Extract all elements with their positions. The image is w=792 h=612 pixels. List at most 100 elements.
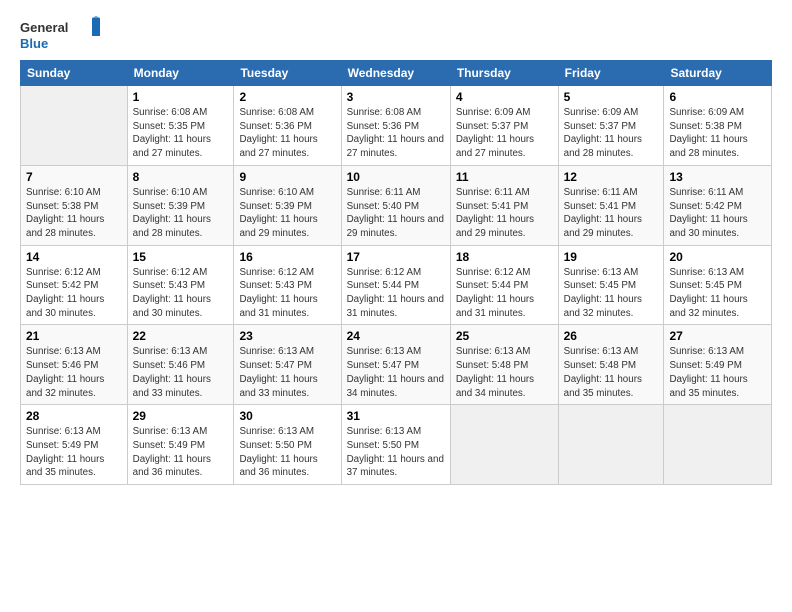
calendar-week-2: 7 Sunrise: 6:10 AMSunset: 5:38 PMDaylight…: [21, 165, 772, 245]
day-info: Sunrise: 6:08 AMSunset: 5:36 PMDaylight:…: [239, 106, 335, 161]
calendar-week-5: 28 Sunrise: 6:13 AMSunset: 5:49 PMDayligh…: [21, 405, 772, 485]
calendar-cell: 30 Sunrise: 6:13 AMSunset: 5:50 PMDayligh…: [234, 405, 341, 485]
calendar-table: SundayMondayTuesdayWednesdayThursdayFrid…: [20, 60, 772, 485]
day-number: 11: [456, 170, 553, 184]
day-number: 1: [133, 90, 229, 104]
day-number: 13: [669, 170, 766, 184]
logo: General Blue: [20, 16, 100, 52]
calendar-cell: 23Sunrise: 6:13 AMSunset: 5:47 PMDayligh…: [234, 325, 341, 405]
calendar-header-friday: Friday: [558, 61, 664, 86]
calendar-cell: 20 Sunrise: 6:13 AMSunset: 5:45 PMDayligh…: [664, 245, 772, 325]
day-info: Sunrise: 6:12 AMSunset: 5:42 PMDaylight:…: [26, 266, 122, 321]
svg-text:Blue: Blue: [20, 36, 48, 51]
day-number: 26: [564, 329, 659, 343]
day-number: 21: [26, 329, 122, 343]
day-info: Sunrise: 6:13 AMSunset: 5:47 PMDaylight:…: [239, 345, 335, 400]
calendar-cell: 21 Sunrise: 6:13 AMSunset: 5:46 PMDayligh…: [21, 325, 128, 405]
calendar-header-saturday: Saturday: [664, 61, 772, 86]
calendar-cell: 1 Sunrise: 6:08 AMSunset: 5:35 PMDaylight…: [127, 86, 234, 166]
calendar-header-tuesday: Tuesday: [234, 61, 341, 86]
calendar-cell: 8 Sunrise: 6:10 AMSunset: 5:39 PMDaylight…: [127, 165, 234, 245]
calendar-cell: 17 Sunrise: 6:12 AMSunset: 5:44 PMDayligh…: [341, 245, 450, 325]
calendar-cell: 28 Sunrise: 6:13 AMSunset: 5:49 PMDayligh…: [21, 405, 128, 485]
calendar-cell: 25Sunrise: 6:13 AMSunset: 5:48 PMDayligh…: [450, 325, 558, 405]
day-info: Sunrise: 6:12 AMSunset: 5:43 PMDaylight:…: [133, 266, 229, 321]
day-info: Sunrise: 6:13 AMSunset: 5:47 PMDaylight:…: [347, 345, 445, 400]
calendar-week-3: 14 Sunrise: 6:12 AMSunset: 5:42 PMDayligh…: [21, 245, 772, 325]
day-info: Sunrise: 6:13 AMSunset: 5:49 PMDaylight:…: [26, 425, 122, 480]
calendar-header-thursday: Thursday: [450, 61, 558, 86]
day-number: 24: [347, 329, 445, 343]
day-info: Sunrise: 6:13 AMSunset: 5:48 PMDaylight:…: [564, 345, 659, 400]
day-number: 28: [26, 409, 122, 423]
day-info: Sunrise: 6:11 AMSunset: 5:42 PMDaylight:…: [669, 186, 766, 241]
day-number: 5: [564, 90, 659, 104]
day-number: 2: [239, 90, 335, 104]
calendar-cell: 22Sunrise: 6:13 AMSunset: 5:46 PMDayligh…: [127, 325, 234, 405]
calendar-cell: 11Sunrise: 6:11 AMSunset: 5:41 PMDayligh…: [450, 165, 558, 245]
day-number: 16: [239, 250, 335, 264]
day-info: Sunrise: 6:10 AMSunset: 5:39 PMDaylight:…: [133, 186, 229, 241]
calendar-cell: [558, 405, 664, 485]
day-info: Sunrise: 6:13 AMSunset: 5:45 PMDaylight:…: [669, 266, 766, 321]
calendar-cell: 3 Sunrise: 6:08 AMSunset: 5:36 PMDaylight…: [341, 86, 450, 166]
day-info: Sunrise: 6:13 AMSunset: 5:49 PMDaylight:…: [133, 425, 229, 480]
day-info: Sunrise: 6:13 AMSunset: 5:45 PMDaylight:…: [564, 266, 659, 321]
day-number: 3: [347, 90, 445, 104]
svg-text:General: General: [20, 20, 68, 35]
day-info: Sunrise: 6:13 AMSunset: 5:48 PMDaylight:…: [456, 345, 553, 400]
calendar-cell: 19 Sunrise: 6:13 AMSunset: 5:45 PMDayligh…: [558, 245, 664, 325]
day-info: Sunrise: 6:13 AMSunset: 5:50 PMDaylight:…: [347, 425, 445, 480]
day-number: 15: [133, 250, 229, 264]
day-number: 6: [669, 90, 766, 104]
day-number: 9: [239, 170, 335, 184]
day-number: 19: [564, 250, 659, 264]
calendar-cell: 31 Sunrise: 6:13 AMSunset: 5:50 PMDayligh…: [341, 405, 450, 485]
day-number: 8: [133, 170, 229, 184]
calendar-cell: 29Sunrise: 6:13 AMSunset: 5:49 PMDayligh…: [127, 405, 234, 485]
calendar-cell: 10Sunrise: 6:11 AMSunset: 5:40 PMDayligh…: [341, 165, 450, 245]
day-info: Sunrise: 6:13 AMSunset: 5:46 PMDaylight:…: [133, 345, 229, 400]
calendar-header-wednesday: Wednesday: [341, 61, 450, 86]
calendar-cell: 9 Sunrise: 6:10 AMSunset: 5:39 PMDaylight…: [234, 165, 341, 245]
page: General Blue SundayMondayTuesdayWednesda…: [0, 0, 792, 612]
calendar-cell: 4Sunrise: 6:09 AMSunset: 5:37 PMDaylight…: [450, 86, 558, 166]
calendar-cell: 2 Sunrise: 6:08 AMSunset: 5:36 PMDaylight…: [234, 86, 341, 166]
day-number: 20: [669, 250, 766, 264]
calendar-week-4: 21 Sunrise: 6:13 AMSunset: 5:46 PMDayligh…: [21, 325, 772, 405]
day-info: Sunrise: 6:13 AMSunset: 5:49 PMDaylight:…: [669, 345, 766, 400]
day-info: Sunrise: 6:13 AMSunset: 5:50 PMDaylight:…: [239, 425, 335, 480]
calendar-header-sunday: Sunday: [21, 61, 128, 86]
calendar-cell: 16 Sunrise: 6:12 AMSunset: 5:43 PMDayligh…: [234, 245, 341, 325]
day-info: Sunrise: 6:08 AMSunset: 5:35 PMDaylight:…: [133, 106, 229, 161]
day-number: 31: [347, 409, 445, 423]
day-number: 17: [347, 250, 445, 264]
day-number: 7: [26, 170, 122, 184]
day-info: Sunrise: 6:12 AMSunset: 5:43 PMDaylight:…: [239, 266, 335, 321]
calendar-cell: 13 Sunrise: 6:11 AMSunset: 5:42 PMDayligh…: [664, 165, 772, 245]
calendar-cell: [21, 86, 128, 166]
day-info: Sunrise: 6:09 AMSunset: 5:37 PMDaylight:…: [564, 106, 659, 161]
calendar-week-1: 1 Sunrise: 6:08 AMSunset: 5:35 PMDaylight…: [21, 86, 772, 166]
day-info: Sunrise: 6:12 AMSunset: 5:44 PMDaylight:…: [347, 266, 445, 321]
day-info: Sunrise: 6:10 AMSunset: 5:38 PMDaylight:…: [26, 186, 122, 241]
day-info: Sunrise: 6:11 AMSunset: 5:41 PMDaylight:…: [564, 186, 659, 241]
day-number: 4: [456, 90, 553, 104]
calendar-cell: 15 Sunrise: 6:12 AMSunset: 5:43 PMDayligh…: [127, 245, 234, 325]
day-number: 14: [26, 250, 122, 264]
day-info: Sunrise: 6:10 AMSunset: 5:39 PMDaylight:…: [239, 186, 335, 241]
calendar-cell: 24 Sunrise: 6:13 AMSunset: 5:47 PMDayligh…: [341, 325, 450, 405]
calendar-cell: 26 Sunrise: 6:13 AMSunset: 5:48 PMDayligh…: [558, 325, 664, 405]
day-info: Sunrise: 6:12 AMSunset: 5:44 PMDaylight:…: [456, 266, 553, 321]
day-info: Sunrise: 6:13 AMSunset: 5:46 PMDaylight:…: [26, 345, 122, 400]
day-number: 18: [456, 250, 553, 264]
calendar-cell: [664, 405, 772, 485]
day-number: 30: [239, 409, 335, 423]
calendar-header-monday: Monday: [127, 61, 234, 86]
calendar-cell: 27Sunrise: 6:13 AMSunset: 5:49 PMDayligh…: [664, 325, 772, 405]
logo-svg: General Blue: [20, 16, 100, 52]
day-info: Sunrise: 6:11 AMSunset: 5:40 PMDaylight:…: [347, 186, 445, 241]
calendar-cell: 18 Sunrise: 6:12 AMSunset: 5:44 PMDayligh…: [450, 245, 558, 325]
calendar-cell: [450, 405, 558, 485]
day-info: Sunrise: 6:08 AMSunset: 5:36 PMDaylight:…: [347, 106, 445, 161]
